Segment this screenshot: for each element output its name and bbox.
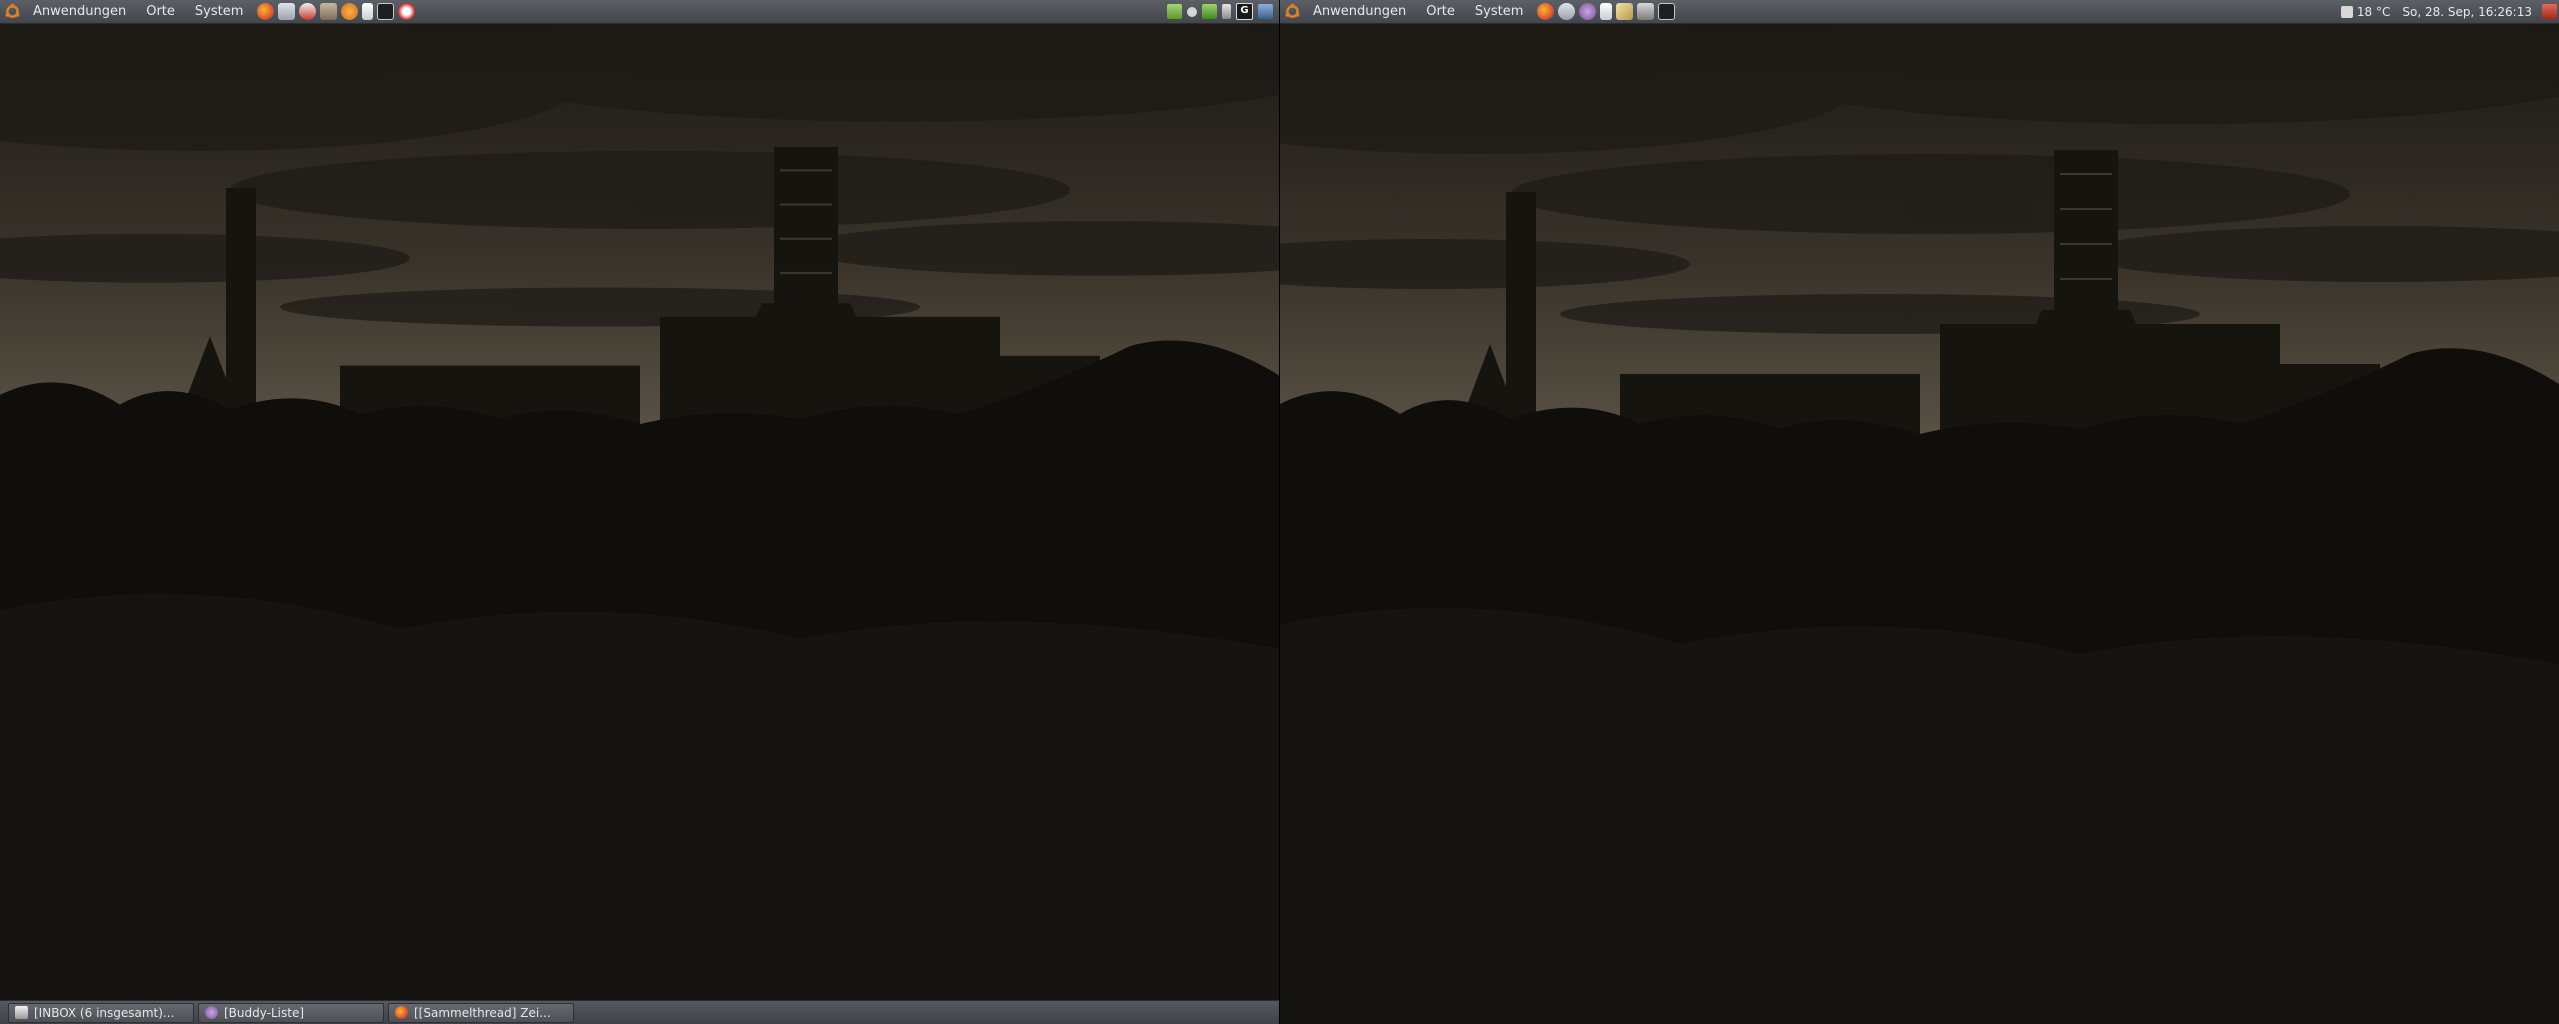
ubuntu-logo-icon — [1285, 3, 1300, 18]
text-editor-icon[interactable] — [1616, 3, 1634, 20]
network-status-icon[interactable] — [1202, 4, 1217, 19]
weather-icon — [2340, 5, 2353, 18]
blender-icon[interactable] — [341, 3, 359, 20]
taskbar-item-buddy-list[interactable]: [Buddy-Liste] — [198, 1002, 384, 1023]
mail-icon — [15, 1006, 28, 1019]
files-icon[interactable] — [1167, 4, 1182, 19]
g-icon[interactable]: G — [1236, 3, 1253, 20]
weather-applet[interactable]: 18 °C — [2340, 4, 2391, 19]
launcher-bar — [257, 3, 416, 20]
terminal-icon[interactable] — [1658, 3, 1676, 20]
ubuntu-logo-icon — [5, 3, 20, 18]
status-icon[interactable] — [1187, 6, 1197, 17]
menu-places[interactable]: Orte — [134, 0, 183, 24]
menu-applications[interactable]: Anwendungen — [21, 0, 134, 24]
firefox-icon[interactable] — [257, 3, 275, 20]
top-panel: Anwendungen Orte System 18 °C So, 28. Se… — [1280, 0, 2559, 24]
pidgin-icon — [205, 1006, 218, 1019]
bottom-panel: [INBOX (6 insgesamt)... [Buddy-Liste] [[… — [0, 1000, 1279, 1024]
taskbar-item-firefox[interactable]: [[Sammelthread] Zei... — [388, 1002, 574, 1023]
system-tray: G — [1167, 3, 1273, 20]
desktop-wallpaper — [1280, 24, 2559, 1024]
calculator-icon[interactable] — [1637, 3, 1655, 20]
right-monitor: Anwendungen Orte System 18 °C So, 28. Se… — [1280, 0, 2559, 1024]
menu-system[interactable]: System — [1463, 0, 1531, 24]
camera-icon[interactable] — [398, 3, 416, 20]
weather-temperature: 18 °C — [2356, 4, 2391, 19]
clock[interactable]: So, 28. Sep, 16:26:13 — [2402, 5, 2532, 19]
top-panel: Anwendungen Orte System G — [0, 0, 1279, 24]
firefox-icon[interactable] — [1537, 3, 1555, 20]
left-monitor: Anwendungen Orte System G [INBOX (6 insg… — [0, 0, 1279, 1024]
text-editor-icon[interactable] — [362, 3, 374, 20]
display-icon[interactable] — [1258, 4, 1273, 19]
network-icon[interactable] — [1558, 3, 1576, 20]
battery-icon[interactable] — [1222, 4, 1231, 19]
desktop-wallpaper — [0, 24, 1279, 1000]
pidgin-icon[interactable] — [1579, 3, 1597, 20]
gimp-icon[interactable] — [320, 3, 338, 20]
network-icon[interactable] — [278, 3, 296, 20]
menu-applications[interactable]: Anwendungen — [1301, 0, 1414, 24]
menu-system[interactable]: System — [183, 0, 251, 24]
firefox-icon — [395, 1006, 408, 1019]
terminal-icon[interactable] — [377, 3, 395, 20]
shutdown-icon[interactable] — [2542, 4, 2557, 19]
taskbar-item-mail[interactable]: [INBOX (6 insgesamt)... — [8, 1002, 194, 1023]
mail-icon[interactable] — [299, 3, 317, 20]
launcher-bar — [1537, 3, 1676, 20]
document-icon[interactable] — [1600, 3, 1613, 20]
menu-places[interactable]: Orte — [1414, 0, 1463, 24]
